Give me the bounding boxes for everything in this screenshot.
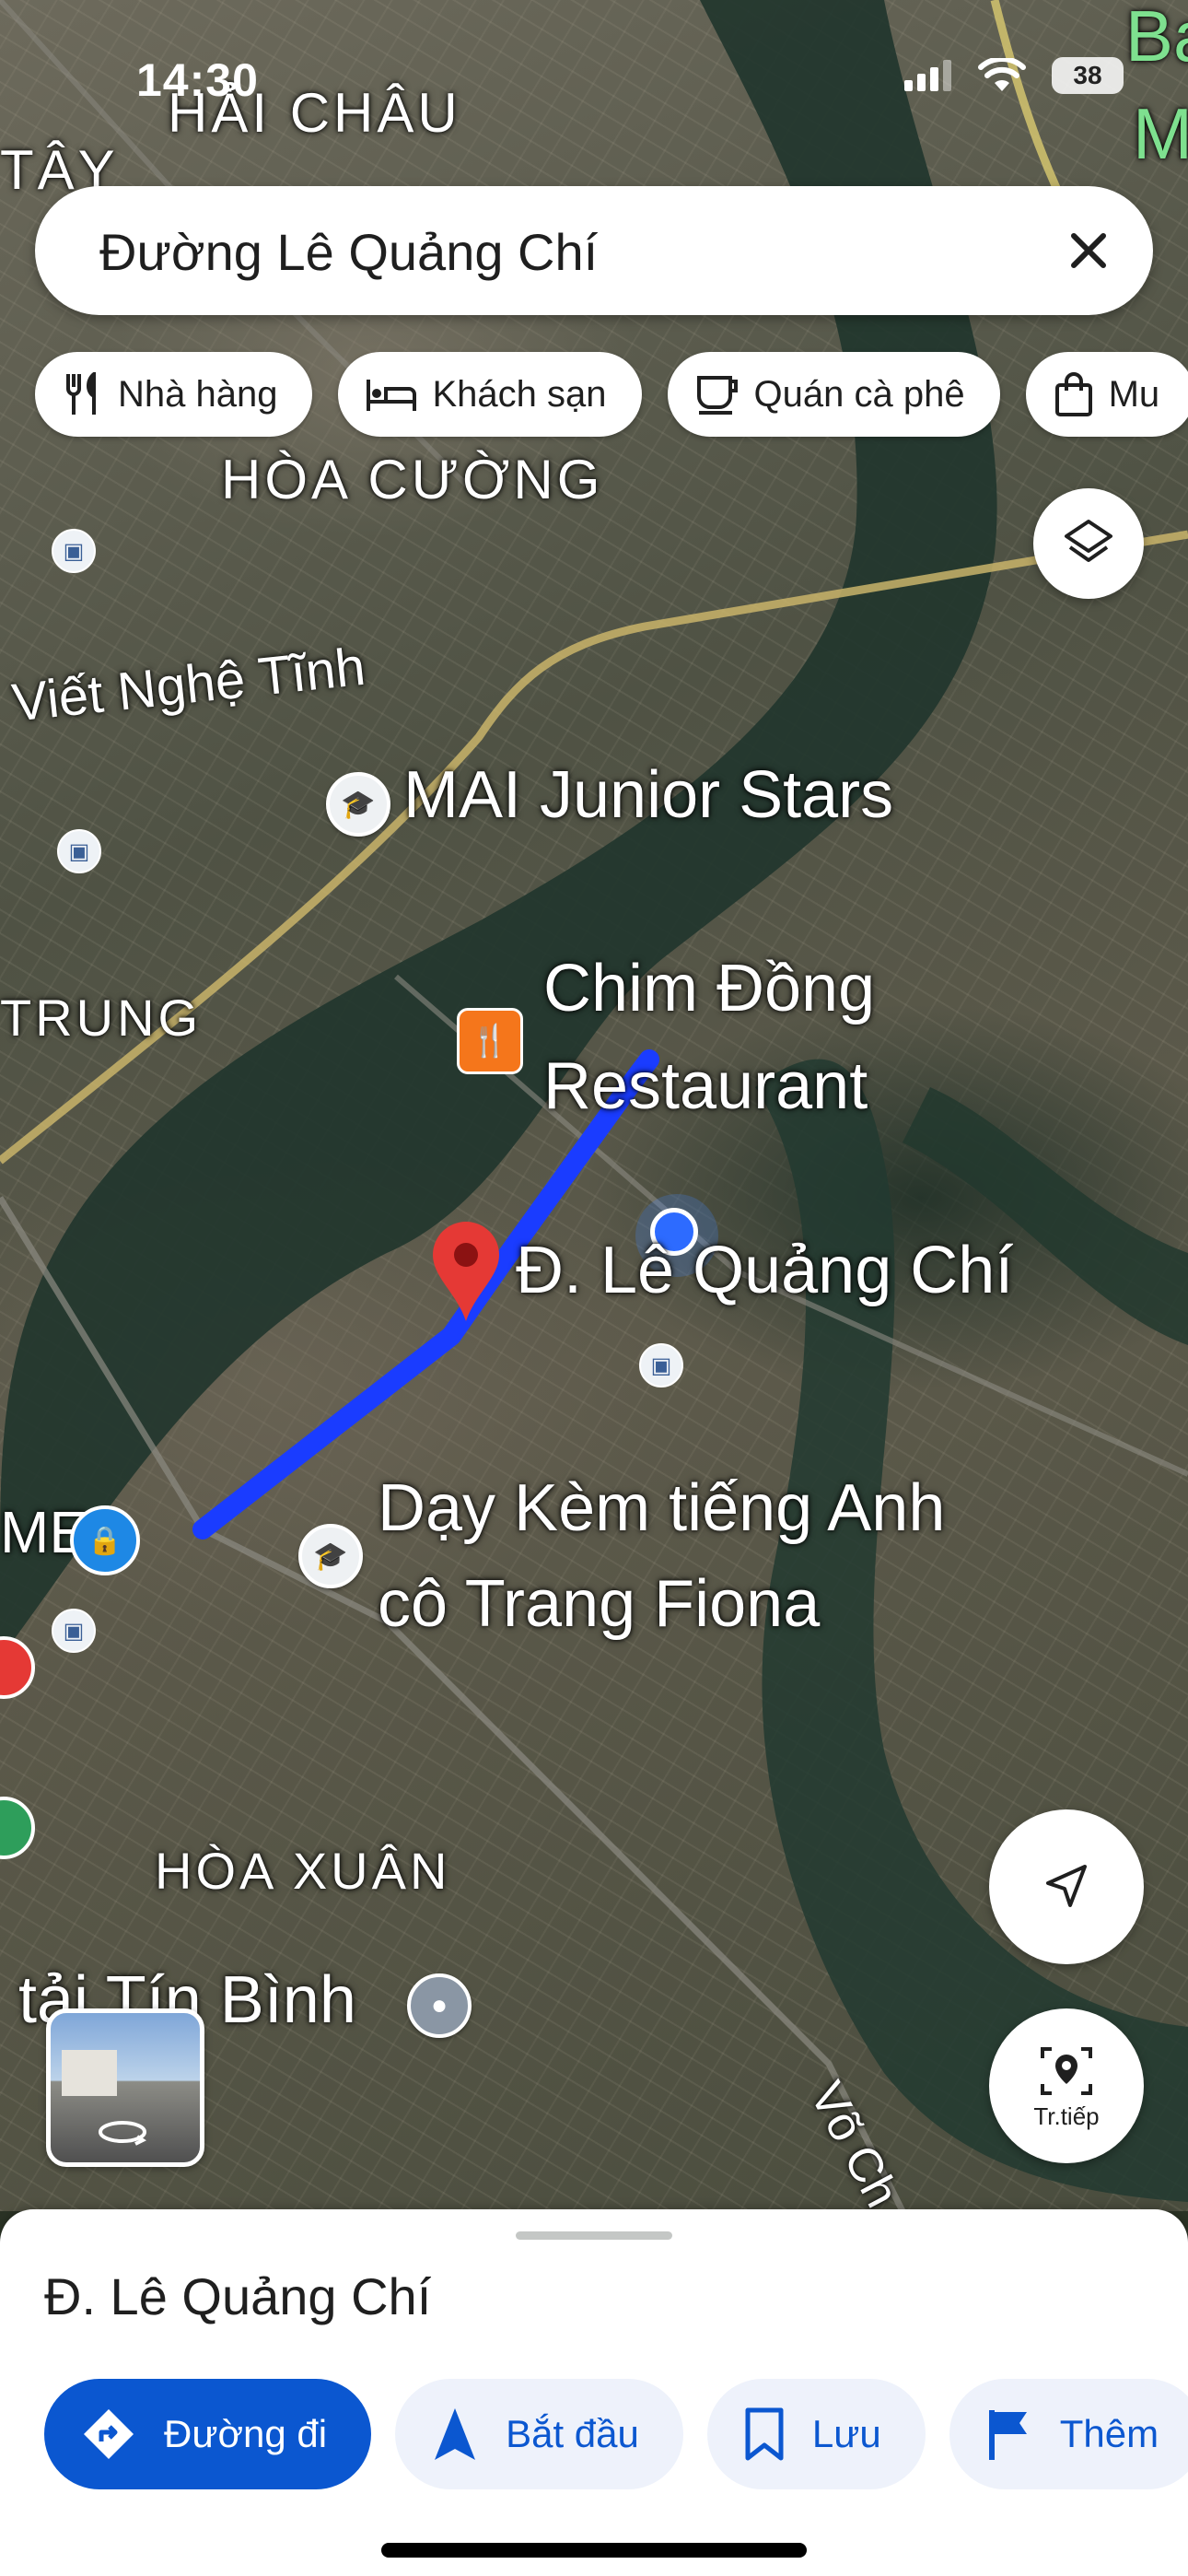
coffee-icon	[696, 376, 738, 415]
poi-label-chim-dong-2[interactable]: Restaurant	[543, 1048, 868, 1124]
place-title: Đ. Lê Quảng Chí	[44, 2267, 432, 2325]
district-label-hoa-cuong: HÒA CƯỜNG	[221, 449, 604, 510]
bus-stop-icon[interactable]: ▣	[52, 1609, 96, 1653]
bus-stop-icon[interactable]: ▣	[57, 829, 101, 873]
chip-restaurants[interactable]: Nhà hàng	[35, 352, 313, 437]
chip-label: Quán cà phê	[753, 373, 965, 415]
home-indicator[interactable]	[381, 2543, 807, 2558]
bus-stop-icon[interactable]: ▣	[639, 1343, 683, 1388]
bookmark-icon	[745, 2407, 784, 2461]
lock-pin-icon[interactable]: 🔒	[70, 1505, 140, 1575]
category-chips: Nhà hàng Khách sạn Quán cà phê Mu	[35, 352, 1188, 437]
status-time: 14:30	[136, 54, 259, 106]
directions-icon	[84, 2409, 134, 2459]
save-button[interactable]: Lưu	[706, 2379, 926, 2489]
street-view-thumbnail[interactable]	[46, 2008, 204, 2167]
chip-hotels[interactable]: Khách sạn	[338, 352, 642, 437]
school-pin-icon[interactable]: 🎓	[326, 772, 390, 837]
my-location-button[interactable]	[989, 1809, 1144, 1964]
poi-label-mai-junior[interactable]: MAI Junior Stars	[403, 757, 893, 833]
more-label: Thêm	[1059, 2412, 1159, 2455]
bed-icon	[367, 380, 417, 411]
sheet-drag-handle[interactable]	[516, 2231, 672, 2240]
district-label-hoa-xuan: HÒA XUÂN	[155, 1842, 451, 1900]
wifi-icon	[978, 58, 1026, 91]
live-view-label: Tr.tiếp	[1033, 2102, 1100, 2130]
street-view-building	[62, 2050, 117, 2096]
battery-indicator: 38	[1052, 57, 1124, 94]
layers-icon	[1065, 520, 1112, 562]
directions-button[interactable]: Đường đi	[44, 2379, 372, 2489]
shopping-bag-icon	[1054, 372, 1092, 416]
school-pin-icon[interactable]: 🎓	[298, 1524, 363, 1588]
place-actions: Đường đi Bắt đầu Lưu Thêm	[44, 2379, 1188, 2489]
layers-button[interactable]	[1033, 488, 1144, 599]
navigation-start-icon	[435, 2408, 476, 2460]
bus-stop-icon[interactable]: ▣	[52, 529, 96, 573]
close-icon[interactable]	[1061, 223, 1116, 278]
fork-knife-icon	[66, 372, 96, 415]
restaurant-pin-icon[interactable]: 🍴	[457, 1008, 523, 1074]
directions-label: Đường đi	[164, 2412, 328, 2455]
save-label: Lưu	[811, 2412, 881, 2455]
rotate-360-icon	[99, 2121, 146, 2146]
live-view-icon	[1041, 2046, 1092, 2095]
chip-label: Mu	[1108, 373, 1160, 415]
district-label-trung: TRUNG	[0, 989, 203, 1047]
place-bottom-sheet[interactable]: Đ. Lê Quảng Chí Đường đi Bắt đầu Lưu Thê…	[0, 2209, 1188, 2576]
chip-label: Khách sạn	[432, 373, 607, 415]
chip-shopping[interactable]: Mu	[1025, 352, 1188, 437]
navigation-arrow-icon	[1046, 1865, 1087, 1907]
poi-label-chim-dong-1[interactable]: Chim Đồng	[543, 951, 875, 1026]
cellular-signal-icon	[904, 60, 951, 91]
start-label: Bắt đầu	[506, 2412, 639, 2455]
more-button[interactable]: Thêm	[949, 2379, 1188, 2489]
chip-cafes[interactable]: Quán cà phê	[667, 352, 1000, 437]
start-button[interactable]: Bắt đầu	[395, 2379, 683, 2489]
poi-label-day-kem-2[interactable]: cô Trang Fiona	[378, 1566, 820, 1642]
destination-pin-icon[interactable]	[429, 1220, 503, 1323]
place-pin-icon[interactable]: ●	[407, 1973, 472, 2038]
poi-label-destination[interactable]: Đ. Lê Quảng Chí	[516, 1233, 1013, 1308]
flag-icon	[988, 2410, 1027, 2460]
live-view-button[interactable]: Tr.tiếp	[989, 2008, 1144, 2163]
search-input[interactable]	[98, 186, 1022, 317]
poi-label-day-kem-1[interactable]: Dạy Kèm tiếng Anh	[378, 1470, 945, 1546]
chip-label: Nhà hàng	[118, 373, 278, 415]
status-bar: 14:30 38	[0, 0, 1188, 138]
search-bar[interactable]	[35, 186, 1153, 317]
